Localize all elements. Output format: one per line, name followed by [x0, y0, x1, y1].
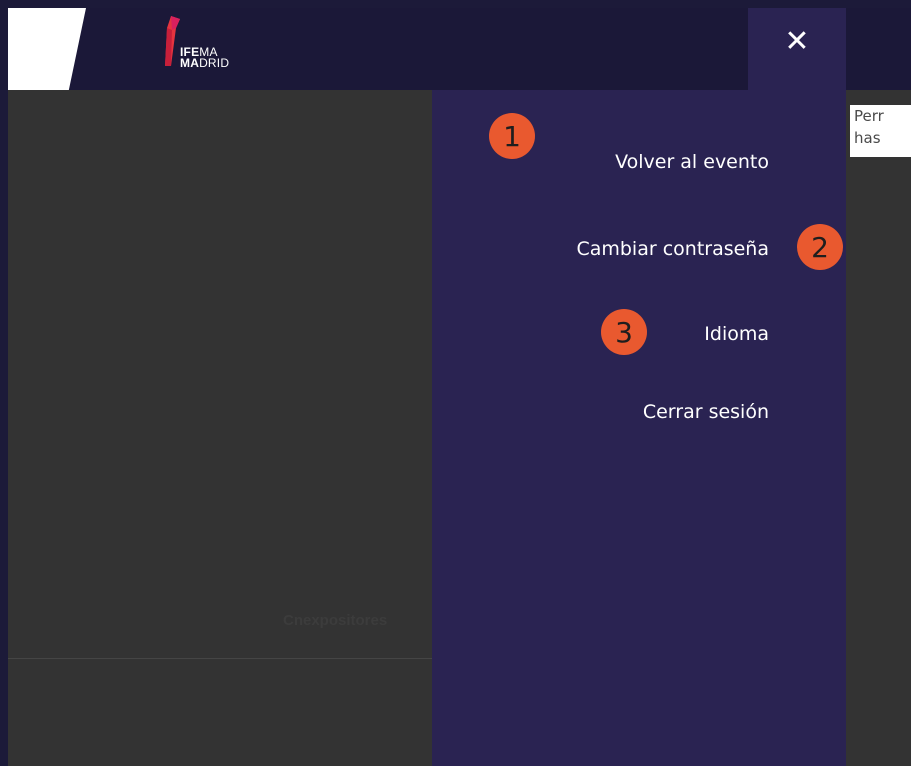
page-overlay-right	[846, 90, 911, 766]
ifema-logo[interactable]: IFEMA MADRID	[160, 12, 270, 74]
logo-line2-thin: DRID	[199, 56, 230, 70]
divider	[8, 658, 432, 659]
menu-item-cambiar-contrasena[interactable]: Cambiar contraseña	[576, 238, 769, 260]
logo-line2-bold: MA	[180, 56, 200, 70]
menu-item-volver-al-evento[interactable]: Volver al evento	[615, 151, 769, 173]
step-badge-3: 3	[601, 309, 647, 355]
background-notice: Perr has	[850, 105, 911, 157]
notice-line-1: Perr	[854, 107, 884, 125]
app-window: IFEMA MADRID ✕ Cnexpositores Perr has Vo…	[0, 0, 911, 766]
page-overlay-left	[8, 90, 432, 766]
faded-background-label: Cnexpositores	[283, 612, 388, 629]
close-menu-button[interactable]: ✕	[748, 8, 846, 90]
close-icon[interactable]: ✕	[784, 27, 809, 57]
menu-item-idioma[interactable]: Idioma	[704, 323, 769, 345]
user-menu-panel: Volver al evento Cambiar contraseña Idio…	[432, 90, 846, 766]
step-badge-1: 1	[489, 113, 535, 159]
logo-wordmark: IFEMA MADRID	[180, 46, 230, 70]
notice-line-2: has	[854, 129, 881, 147]
step-badge-2: 2	[797, 224, 843, 270]
menu-item-cerrar-sesion[interactable]: Cerrar sesión	[643, 401, 769, 423]
